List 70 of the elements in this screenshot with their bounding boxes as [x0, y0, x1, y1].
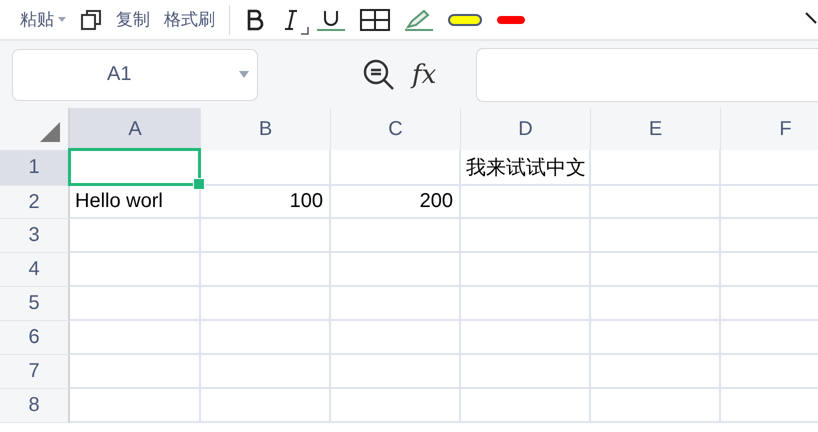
- column-header[interactable]: A: [70, 108, 201, 150]
- table-cell[interactable]: [201, 321, 331, 355]
- highlighter-icon[interactable]: [448, 14, 482, 26]
- column-header[interactable]: D: [461, 108, 591, 150]
- zoom-out-icon[interactable]: [362, 58, 396, 92]
- table-cell[interactable]: [591, 355, 721, 389]
- row-header[interactable]: 4: [0, 253, 70, 287]
- formula-field[interactable]: [476, 48, 818, 102]
- column-header[interactable]: F: [721, 108, 818, 150]
- table-cell[interactable]: [591, 219, 721, 253]
- table-cell[interactable]: [201, 253, 331, 287]
- row-header[interactable]: 7: [0, 355, 70, 389]
- row-header[interactable]: 2: [0, 186, 70, 219]
- table-cell[interactable]: [591, 150, 721, 186]
- caret-icon[interactable]: [58, 16, 66, 22]
- table-cell[interactable]: [331, 219, 461, 253]
- table-cell[interactable]: 200: [331, 186, 461, 219]
- table-cell[interactable]: [331, 321, 461, 355]
- table-cell[interactable]: [70, 219, 201, 253]
- caret-icon[interactable]: [239, 70, 249, 78]
- table-cell[interactable]: [70, 287, 201, 321]
- copy-button[interactable]: 复制: [116, 8, 150, 31]
- table-cell[interactable]: Hello worl: [70, 186, 201, 219]
- table-cell[interactable]: [461, 389, 591, 423]
- table-cell[interactable]: [331, 150, 461, 186]
- table-cell[interactable]: [591, 321, 721, 355]
- table-cell[interactable]: 100: [201, 186, 331, 219]
- expand-corner-icon[interactable]: [301, 27, 309, 35]
- table-cell[interactable]: [331, 389, 461, 423]
- column-header[interactable]: C: [331, 108, 461, 150]
- table-cell[interactable]: [70, 389, 201, 423]
- paste-button[interactable]: 粘贴: [20, 8, 54, 31]
- table-cell[interactable]: [461, 321, 591, 355]
- border-icon[interactable]: [360, 8, 390, 30]
- column-header[interactable]: B: [201, 108, 331, 150]
- table-cell[interactable]: [331, 253, 461, 287]
- table-cell[interactable]: [461, 287, 591, 321]
- table-cell[interactable]: [331, 287, 461, 321]
- table-cell[interactable]: [591, 287, 721, 321]
- table-cell[interactable]: [461, 355, 591, 389]
- pencil-icon[interactable]: [404, 8, 434, 30]
- table-cell[interactable]: 我来试试中文: [461, 150, 591, 186]
- row-header[interactable]: 3: [0, 219, 70, 253]
- format-painter-button[interactable]: 格式刷: [164, 8, 215, 31]
- underline-icon[interactable]: [316, 8, 346, 30]
- table-cell[interactable]: [70, 321, 201, 355]
- row-header[interactable]: 1: [0, 150, 70, 186]
- row-header[interactable]: 5: [0, 287, 70, 321]
- table-cell[interactable]: [591, 253, 721, 287]
- font-color-icon[interactable]: [496, 14, 526, 24]
- table-cell[interactable]: [461, 219, 591, 253]
- copy-icon[interactable]: [80, 8, 102, 30]
- table-cell[interactable]: [201, 355, 331, 389]
- table-cell[interactable]: [591, 186, 721, 219]
- table-cell[interactable]: [201, 219, 331, 253]
- table-cell[interactable]: [201, 389, 331, 423]
- table-cell[interactable]: [70, 253, 201, 287]
- cell-reference: A1: [107, 63, 132, 86]
- table-cell[interactable]: [461, 253, 591, 287]
- table-cell[interactable]: [70, 355, 201, 389]
- table-cell[interactable]: [201, 287, 331, 321]
- table-cell[interactable]: [331, 355, 461, 389]
- select-all-icon[interactable]: [40, 122, 60, 142]
- table-cell[interactable]: [591, 389, 721, 423]
- row-header[interactable]: 8: [0, 389, 70, 423]
- function-label[interactable]: fx: [412, 60, 436, 90]
- row-header[interactable]: 6: [0, 321, 70, 355]
- name-box[interactable]: A1: [12, 48, 258, 100]
- column-header[interactable]: E: [591, 108, 721, 150]
- table-cell[interactable]: [461, 186, 591, 219]
